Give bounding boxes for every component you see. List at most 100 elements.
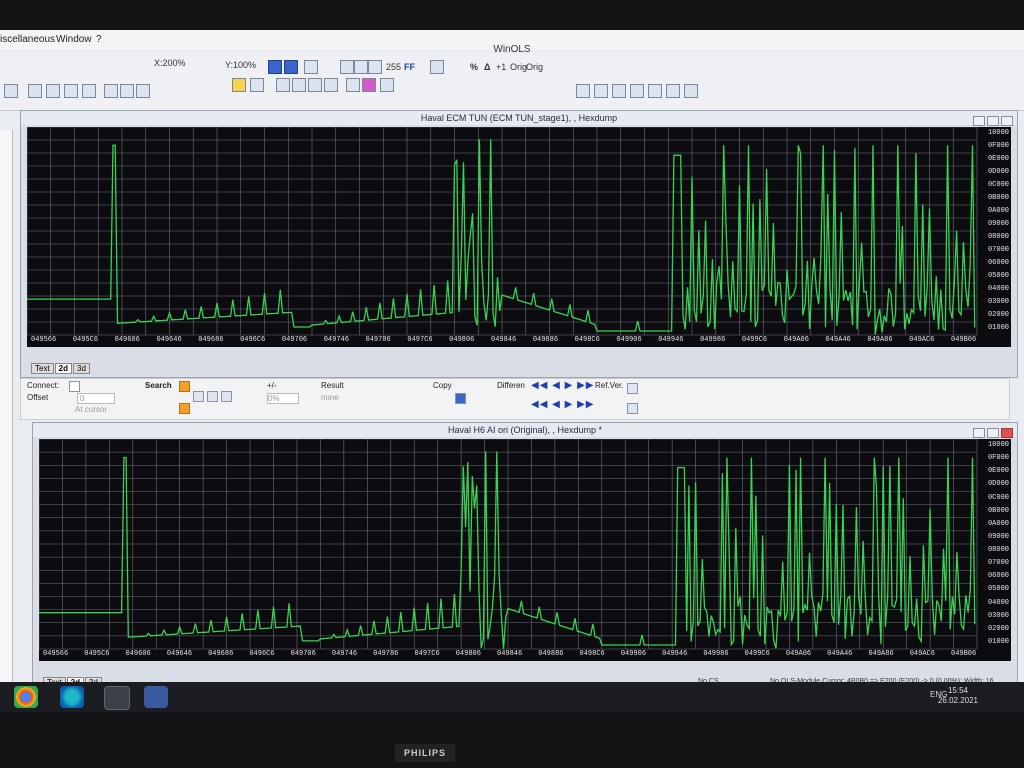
x-axis-label: 049A46 <box>827 650 853 658</box>
copy-label: Copy <box>433 381 452 390</box>
delta-icon[interactable]: Δ <box>484 62 490 72</box>
tool-1-icon[interactable] <box>576 84 590 98</box>
graph-view-icon[interactable] <box>284 60 298 74</box>
x-axis-label: 0499C6 <box>741 336 768 344</box>
bits-16-icon[interactable] <box>354 60 368 74</box>
x-axis-label: 0495C6 <box>72 336 99 344</box>
edge-icon[interactable] <box>60 686 84 708</box>
range-255-label[interactable]: 255 <box>386 62 401 72</box>
context-help-icon[interactable] <box>250 78 264 92</box>
orig-label[interactable]: Orig <box>510 62 527 72</box>
nav-up-icon[interactable] <box>46 84 60 98</box>
x-axis-label: 049906 <box>620 650 647 658</box>
tool-2-icon[interactable] <box>594 84 608 98</box>
y-axis-label: 0D000 <box>987 480 1009 489</box>
y-axis-label: 0B000 <box>987 194 1009 202</box>
ref-ver-top-icon[interactable] <box>627 383 638 394</box>
system-clock[interactable]: 15:54 26.02.2021 <box>938 686 978 706</box>
minimize-icon[interactable] <box>973 116 985 126</box>
x-axis-label: 049686 <box>208 650 234 658</box>
search-up-icon[interactable] <box>179 381 190 392</box>
chrome-icon[interactable] <box>14 686 38 708</box>
hexdump-view-icon[interactable] <box>268 60 282 74</box>
graph-c-icon[interactable] <box>308 78 322 92</box>
windows-taskbar: ENG <box>0 682 1024 712</box>
layers-icon[interactable] <box>380 78 394 92</box>
graph-top[interactable]: 10000 0F000 0E000 0D000 0C000 0B000 0A000 09000… <box>27 127 1011 347</box>
nav-back-icon[interactable] <box>4 84 18 98</box>
graph-d-icon[interactable] <box>324 78 338 92</box>
minimize-icon[interactable] <box>973 428 985 438</box>
result-label: Result <box>321 381 344 390</box>
text-view-icon[interactable] <box>104 84 118 98</box>
left-side-panel <box>0 130 13 690</box>
search-c-icon[interactable] <box>221 391 232 402</box>
y-axis-label: 0A000 <box>987 519 1009 528</box>
percent-dropdown[interactable]: 0% <box>267 393 299 404</box>
x-axis-label: 049806 <box>449 336 475 344</box>
y-axis-label: 06000 <box>987 259 1009 267</box>
toolbar: X:200% Y:100% 255 FF % Δ +1 Orig Orig <box>0 54 1024 111</box>
at-cursor-label: At cursor <box>75 405 108 414</box>
maximize-icon[interactable] <box>987 116 999 126</box>
hex-view-icon[interactable] <box>136 84 150 98</box>
graph-b-icon[interactable] <box>292 78 306 92</box>
offset-input[interactable]: 0 <box>77 393 115 404</box>
nav-prev-icon[interactable] <box>28 84 42 98</box>
hex-format-icon[interactable] <box>430 60 444 74</box>
zoom-x-field[interactable]: X:200% <box>154 58 186 68</box>
value-view-icon[interactable] <box>120 84 134 98</box>
x-axis-label: 049886 <box>538 650 564 658</box>
nav-home-icon[interactable] <box>64 84 78 98</box>
x-axis-label: 0495C6 <box>84 650 110 658</box>
tab-2d[interactable]: 2d <box>54 363 73 374</box>
connect-checkbox[interactable] <box>69 381 80 392</box>
tool-7-icon[interactable] <box>684 84 698 98</box>
ref-ver-bottom-icon[interactable] <box>627 403 638 414</box>
diff-nav-bottom-icon[interactable]: ◀◀ ◀ ▶ ▶▶ <box>531 399 594 410</box>
help-icon[interactable] <box>232 78 246 92</box>
tab-3d[interactable]: 3d <box>73 363 90 374</box>
winols-taskbar-icon[interactable] <box>144 686 168 708</box>
graph-a-icon[interactable] <box>276 78 290 92</box>
two-d-icon[interactable] <box>346 78 360 92</box>
search-b-icon[interactable] <box>207 391 218 402</box>
y-axis-label: 10000 <box>987 441 1009 449</box>
plus-one-icon[interactable]: +1 <box>496 62 506 72</box>
close-icon[interactable] <box>1001 428 1013 438</box>
nav-next-icon[interactable] <box>82 84 96 98</box>
close-icon[interactable] <box>1001 116 1013 126</box>
range-ff-label[interactable]: FF <box>404 62 415 72</box>
y-axis-label: 01000 <box>987 637 1009 646</box>
panel-ecm-tun: Haval ECM TUN (ECM TUN_stage1), , Hexdum… <box>20 110 1018 378</box>
tool-5-icon[interactable] <box>648 84 662 98</box>
maximize-icon[interactable] <box>987 428 999 438</box>
y-axis-label: 0C000 <box>987 181 1009 189</box>
y-axis-label: 02000 <box>987 624 1009 633</box>
columns-icon[interactable] <box>304 60 318 74</box>
chrome-app-icon[interactable] <box>104 686 130 710</box>
x-axis-label: 049846 <box>497 650 523 658</box>
zoom-y-field[interactable]: Y:100% <box>225 60 256 70</box>
tool-6-icon[interactable] <box>666 84 680 98</box>
hex-value-trace <box>27 139 976 335</box>
x-axis-label: 049B06 <box>951 336 977 344</box>
panel-top-view-tabs: Text 2d 3d <box>31 363 91 375</box>
copy-icon[interactable] <box>455 393 466 404</box>
bits-8-icon[interactable] <box>340 60 354 74</box>
bits-32-icon[interactable] <box>368 60 382 74</box>
search-a-icon[interactable] <box>193 391 204 402</box>
diff-nav-top-icon[interactable]: ◀◀ ◀ ▶ ▶▶ <box>531 380 594 391</box>
y-axis-label: 0F000 <box>987 454 1009 463</box>
color-map-icon[interactable] <box>362 78 376 92</box>
graph-bottom[interactable]: 10000 0F000 0E000 0D000 0C000 0B000 0A000 09000… <box>39 439 1011 661</box>
search-down-icon[interactable] <box>179 403 190 414</box>
tool-4-icon[interactable] <box>630 84 644 98</box>
percent-icon[interactable]: % <box>470 62 478 72</box>
tab-text[interactable]: Text <box>31 363 54 374</box>
x-axis-label: 049786 <box>365 336 391 344</box>
y-axis-label: 01000 <box>987 324 1009 332</box>
orig-diff-label[interactable]: Orig <box>526 62 543 72</box>
y-axis-label: 04000 <box>987 598 1009 607</box>
tool-3-icon[interactable] <box>612 84 626 98</box>
